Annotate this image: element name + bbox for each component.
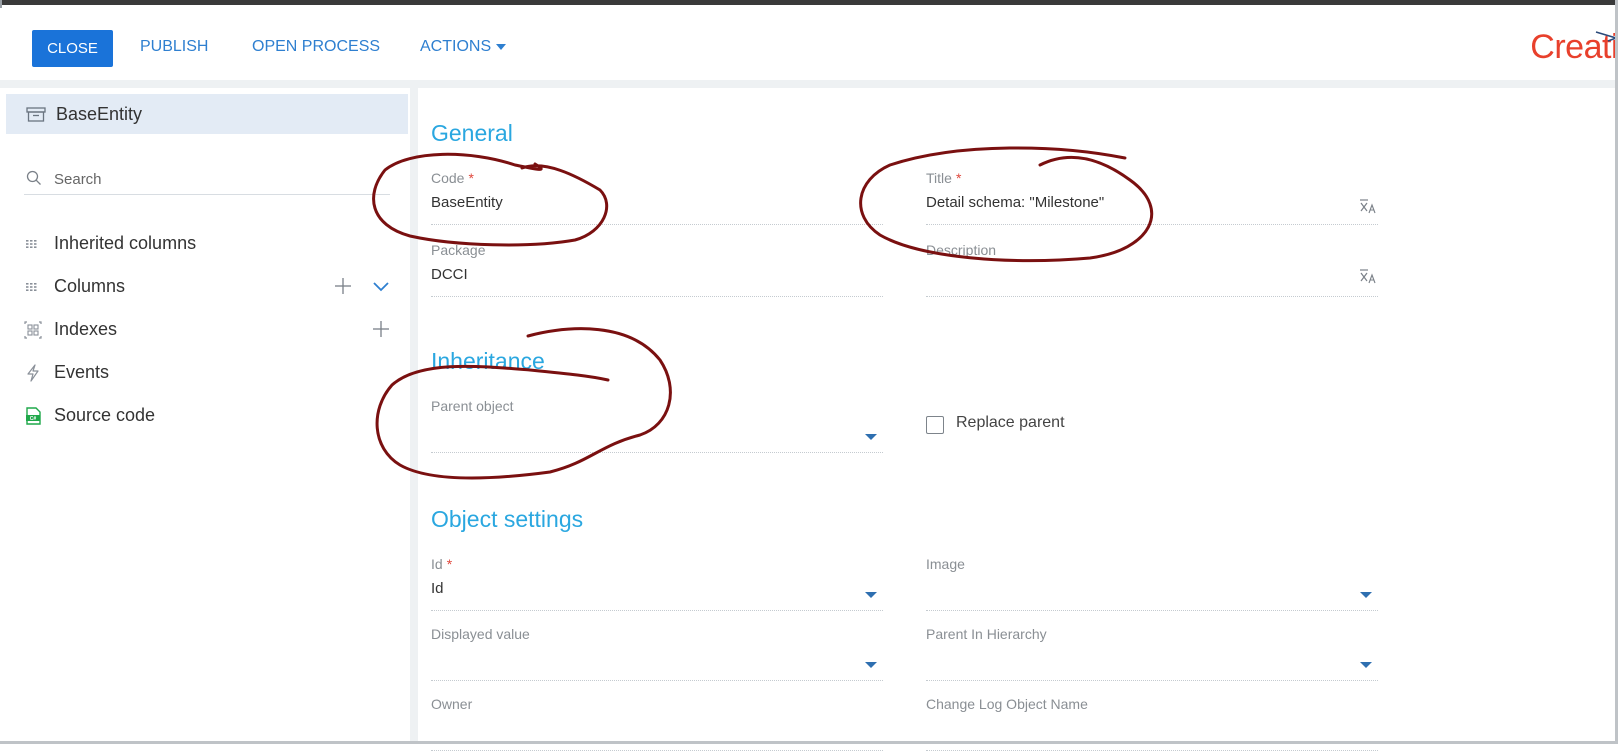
columns-icon: [26, 283, 37, 291]
chevron-down-icon[interactable]: [370, 275, 392, 297]
change-log-object-name-label: Change Log Object Name: [926, 696, 1088, 712]
parent-object-field[interactable]: Parent object: [431, 398, 883, 453]
description-field[interactable]: Description: [926, 242, 1378, 297]
dropdown-arrow-icon[interactable]: [865, 434, 877, 440]
displayed-value-label: Displayed value: [431, 626, 530, 642]
required-marker: *: [468, 170, 474, 186]
dropdown-arrow-icon[interactable]: [865, 662, 877, 668]
add-index-icon[interactable]: [370, 318, 392, 340]
id-value: Id: [431, 580, 444, 597]
sidebar: BaseEntity Inherited columns Columns: [0, 88, 410, 744]
sidebar-divider: [410, 88, 418, 744]
lightning-icon: [27, 364, 39, 382]
required-marker: *: [955, 170, 962, 186]
checkbox-box[interactable]: [926, 416, 944, 434]
id-label: Id *: [431, 556, 453, 572]
search-box: [24, 166, 390, 195]
translate-icon[interactable]: [1358, 198, 1378, 214]
sidebar-item-columns[interactable]: Columns: [24, 273, 394, 301]
actions-menu-button[interactable]: ACTIONS: [420, 38, 507, 56]
sidebar-item-label: Inherited columns: [54, 233, 197, 253]
sidebar-item-source-code[interactable]: C# Source code: [24, 402, 394, 430]
main-panel: General Code * BaseEntity Title * Detail s…: [418, 88, 1618, 751]
actions-label: ACTIONS: [420, 38, 492, 55]
dropdown-arrow-icon[interactable]: [1360, 592, 1372, 598]
columns-icon: [26, 240, 37, 248]
package-label: Package: [431, 242, 486, 258]
sidebar-item-events[interactable]: Events: [24, 359, 394, 387]
image-field[interactable]: Image: [926, 556, 1378, 611]
id-field[interactable]: Id * Id: [431, 556, 883, 611]
description-label: Description: [926, 242, 997, 258]
title-field[interactable]: Title * Detail schema: "Milestone": [926, 170, 1378, 225]
translate-icon[interactable]: [1358, 268, 1378, 284]
index-icon: [24, 321, 42, 339]
parent-in-hierarchy-label: Parent In Hierarchy: [926, 626, 1047, 642]
section-general-title: General: [431, 120, 513, 146]
code-label: Code *: [431, 170, 474, 186]
publish-button[interactable]: PUBLISH: [140, 38, 208, 56]
sidebar-item-label: Source code: [54, 405, 156, 425]
package-value: DCCI: [431, 266, 468, 283]
dropdown-arrow-icon[interactable]: [865, 592, 877, 598]
sidebar-item-inherited-columns[interactable]: Inherited columns: [24, 230, 394, 258]
sidebar-item-label: Indexes: [54, 319, 118, 339]
required-marker: *: [446, 556, 453, 572]
image-label: Image: [926, 556, 965, 572]
sidebar-item-label: Columns: [54, 276, 126, 296]
open-process-button[interactable]: OPEN PROCESS: [252, 38, 380, 56]
caret-down-icon: [496, 43, 507, 50]
replace-parent-label: Replace parent: [956, 414, 1065, 431]
svg-text:C#: C#: [30, 416, 37, 422]
section-object-settings-title: Object settings: [431, 506, 584, 532]
search-input[interactable]: [52, 166, 376, 192]
entity-name: BaseEntity: [56, 104, 143, 124]
dropdown-arrow-icon[interactable]: [1360, 662, 1372, 668]
add-column-icon[interactable]: [332, 275, 354, 297]
toolbar: CLOSE PUBLISH OPEN PROCESS ACTIONS Creat…: [0, 8, 1618, 80]
parent-in-hierarchy-field[interactable]: Parent In Hierarchy: [926, 626, 1378, 681]
sidebar-item-label: Events: [54, 362, 110, 382]
toolbar-divider: [0, 80, 1618, 88]
sidebar-item-indexes[interactable]: Indexes: [24, 316, 394, 344]
code-field[interactable]: Code * BaseEntity: [431, 170, 883, 225]
title-label: Title *: [926, 170, 962, 186]
window-top-frame: [0, 0, 1618, 5]
close-button[interactable]: CLOSE: [32, 30, 113, 67]
package-field[interactable]: Package DCCI: [431, 242, 883, 297]
code-value: BaseEntity: [431, 194, 503, 211]
owner-label: Owner: [431, 696, 473, 712]
search-icon: [26, 170, 41, 185]
csharp-file-icon: C#: [26, 407, 41, 425]
entity-header[interactable]: BaseEntity: [6, 94, 408, 134]
title-value: Detail schema: "Milestone": [926, 194, 1105, 211]
parent-object-label: Parent object: [431, 398, 514, 414]
displayed-value-field[interactable]: Displayed value: [431, 626, 883, 681]
archive-box-icon: [26, 107, 46, 122]
section-inheritance-title: Inheritance: [431, 348, 545, 374]
